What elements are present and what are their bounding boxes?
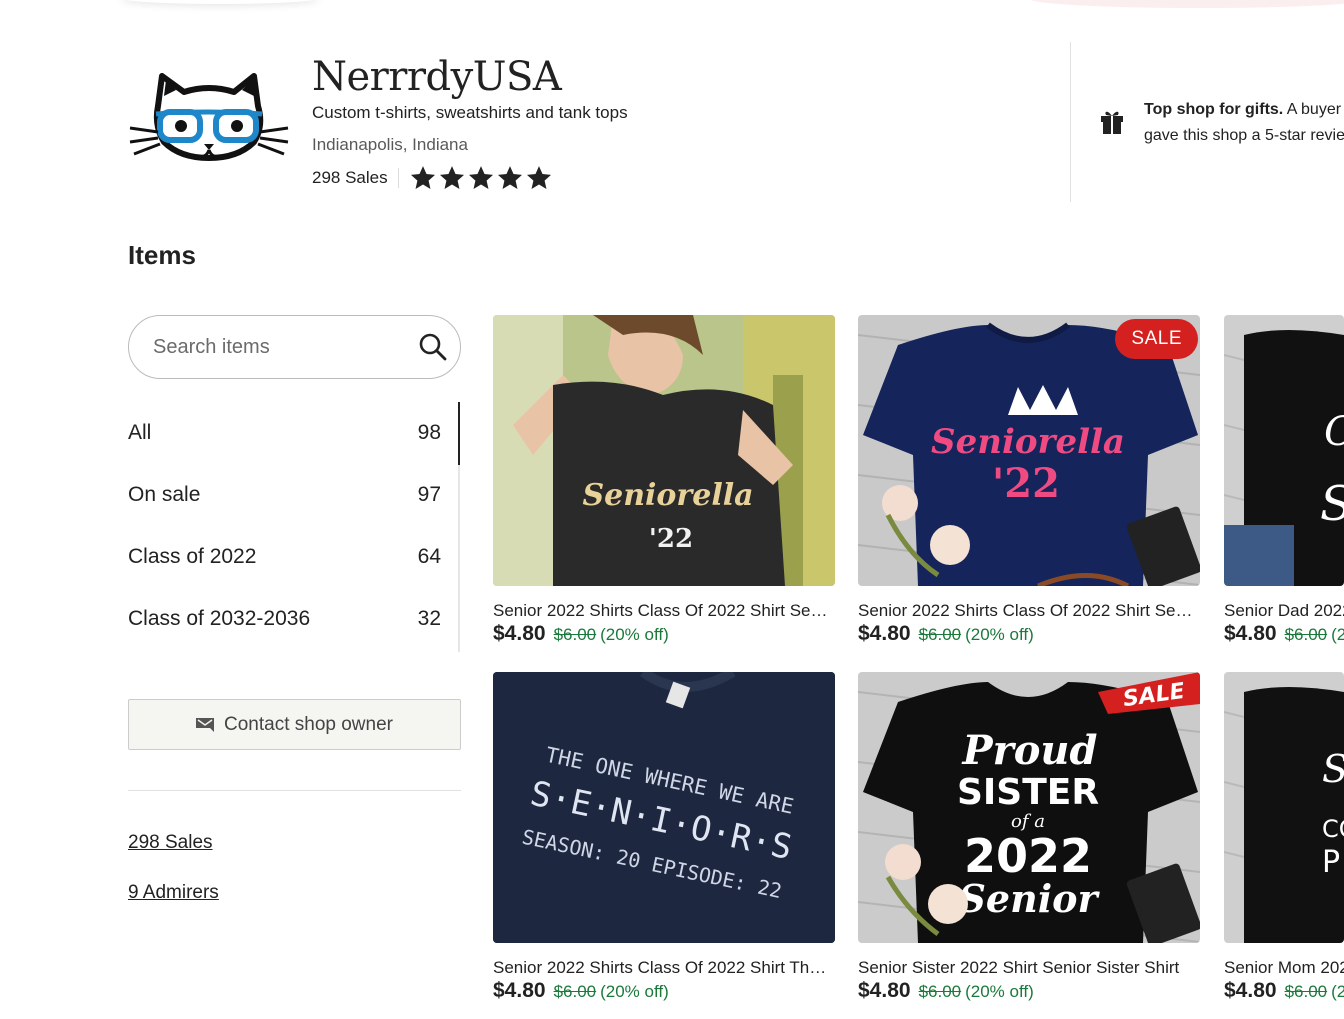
promo-text: Top shop for gifts. A buyer gave this sh… [1144, 97, 1344, 149]
sidebar-divider [128, 790, 461, 791]
star-icon [526, 166, 551, 189]
product-card[interactable]: S CO P Senior Mom 2022 Shirt $4.80 $6.00… [1224, 672, 1344, 1003]
product-card[interactable]: Seniorella '22 Senior 2022 Shirts Class … [493, 315, 835, 646]
shirt-print-text: '22 [992, 460, 1060, 507]
shop-logo-cat-icon [129, 73, 289, 161]
star-icon [468, 166, 493, 189]
admirers-link[interactable]: 9 Admirers [128, 882, 219, 904]
product-discount: (20% off) [1331, 625, 1344, 644]
shirt-print-text: Proud [962, 727, 1098, 774]
product-title[interactable]: Senior 2022 Shirts Class Of 2022 Shirt S… [858, 601, 1198, 621]
product-price: $4.80 [493, 622, 546, 645]
product-title[interactable]: Senior 2022 Shirts Class Of 2022 Shirt T… [493, 958, 833, 978]
search-field[interactable] [128, 315, 461, 379]
category-label: On sale [128, 483, 201, 506]
top-nav-shadow [120, 0, 320, 4]
shirt-print-text: Senior [958, 876, 1100, 921]
gift-icon [1101, 111, 1123, 134]
shop-sales-rating: 298 Sales [312, 163, 553, 193]
product-discount: (20% off) [600, 625, 669, 644]
category-label: All [128, 421, 152, 444]
star-icon [410, 166, 435, 189]
category-count: 97 [417, 483, 441, 506]
star-icon [439, 166, 464, 189]
product-card[interactable]: C S Senior Dad 2022 Shirt $4.80 $6.00 (2… [1224, 315, 1344, 646]
shirt-print-text: C [1324, 409, 1344, 455]
shop-location: Indianapolis, Indiana [312, 135, 468, 154]
top-banner-edge [1030, 0, 1344, 8]
product-image[interactable]: Seniorella '22 [493, 315, 835, 586]
category-label: Class of 2022 [128, 545, 257, 568]
product-price: $4.80 [1224, 979, 1277, 1002]
product-title[interactable]: Senior Dad 2022 Shirt [1224, 601, 1344, 621]
category-item-class-of-2032-2036[interactable]: Class of 2032-2036 32 [128, 588, 461, 650]
category-count: 32 [417, 607, 441, 630]
search-icon [419, 333, 447, 361]
product-price-row: $4.80 $6.00 (20% off) [493, 622, 835, 646]
sales-link[interactable]: 298 Sales [128, 832, 213, 854]
product-price: $4.80 [858, 622, 911, 645]
product-image[interactable]: S CO P [1224, 672, 1344, 943]
shirt-print-text: Seniorella [582, 478, 753, 513]
category-count: 98 [417, 421, 441, 444]
product-original-price: $6.00 [1284, 982, 1328, 1001]
product-discount: (20% off) [600, 982, 669, 1001]
search-input[interactable] [153, 335, 418, 359]
sale-badge: SALE [1115, 319, 1198, 359]
product-price-row: $4.80 $6.00 (20% off) [858, 622, 1200, 646]
product-image[interactable]: C S [1224, 315, 1344, 586]
product-original-price: $6.00 [1284, 625, 1328, 644]
shop-name: NerrrdyUSA [312, 54, 562, 100]
product-price-row: $4.80 $6.00 (20% off) [858, 979, 1200, 1003]
product-card[interactable]: THE ONE WHERE WE ARE S·E·N·I·O·R·S SEASO… [493, 672, 835, 1003]
product-title[interactable]: Senior Mom 2022 Shirt [1224, 958, 1344, 978]
category-label: Class of 2032-2036 [128, 607, 311, 630]
search-button[interactable] [418, 331, 448, 363]
category-item-all[interactable]: All 98 [128, 402, 461, 464]
product-card[interactable]: Proud SISTER of a 2022 Senior SALE Senio… [858, 672, 1200, 1003]
shirt-print-text: P [1322, 845, 1340, 880]
product-price: $4.80 [858, 979, 911, 1002]
shirt-print-text: Seniorella [931, 422, 1125, 462]
product-price: $4.80 [493, 979, 546, 1002]
category-list: All 98 On sale 97 Class of 2022 64 Class… [128, 402, 461, 652]
sales-count: 298 Sales [312, 168, 388, 187]
star-rating[interactable] [409, 164, 553, 192]
shirt-print-text: '22 [649, 524, 693, 554]
divider [397, 168, 399, 188]
product-price-row: $4.80 $6.00 (20% off) [1224, 979, 1344, 1003]
product-original-price: $6.00 [553, 982, 597, 1001]
promo-bold: Top shop for gifts. [1144, 101, 1284, 118]
product-image[interactable]: THE ONE WHERE WE ARE S·E·N·I·O·R·S SEASO… [493, 672, 835, 943]
product-original-price: $6.00 [918, 625, 962, 644]
contact-label: Contact shop owner [224, 713, 393, 735]
product-card[interactable]: Seniorella '22 SALE Senior 2022 Shirts C… [858, 315, 1200, 646]
product-discount: (20% off) [965, 625, 1034, 644]
product-title[interactable]: Senior 2022 Shirts Class Of 2022 Shirt S… [493, 601, 833, 621]
items-heading: Items [128, 240, 196, 270]
product-title[interactable]: Senior Sister 2022 Shirt Senior Sister S… [858, 958, 1198, 978]
shop-tagline: Custom t-shirts, sweatshirts and tank to… [312, 103, 628, 122]
product-original-price: $6.00 [918, 982, 962, 1001]
product-original-price: $6.00 [553, 625, 597, 644]
shirt-print-text: 2022 [964, 829, 1092, 883]
product-discount: (20% off) [965, 982, 1034, 1001]
category-item-class-of-2022[interactable]: Class of 2022 64 [128, 526, 461, 588]
product-price-row: $4.80 $6.00 (20% off) [493, 979, 835, 1003]
shirt-print-text: CO [1322, 815, 1344, 843]
shirt-print-text: S [1320, 476, 1344, 532]
star-icon [497, 166, 522, 189]
category-count: 64 [417, 545, 441, 568]
category-item-on-sale[interactable]: On sale 97 [128, 464, 461, 526]
shirt-print-text: SISTER [957, 772, 1099, 813]
product-price: $4.80 [1224, 622, 1277, 645]
shirt-print-text: S [1322, 747, 1344, 791]
contact-shop-owner-button[interactable]: Contact shop owner [128, 699, 461, 750]
product-discount: (20% off) [1331, 982, 1344, 1001]
product-image[interactable]: Proud SISTER of a 2022 Senior SALE [858, 672, 1200, 943]
envelope-icon [196, 717, 214, 732]
product-price-row: $4.80 $6.00 (20% off) [1224, 622, 1344, 646]
header-divider [1070, 42, 1071, 202]
product-image[interactable]: Seniorella '22 SALE [858, 315, 1200, 586]
